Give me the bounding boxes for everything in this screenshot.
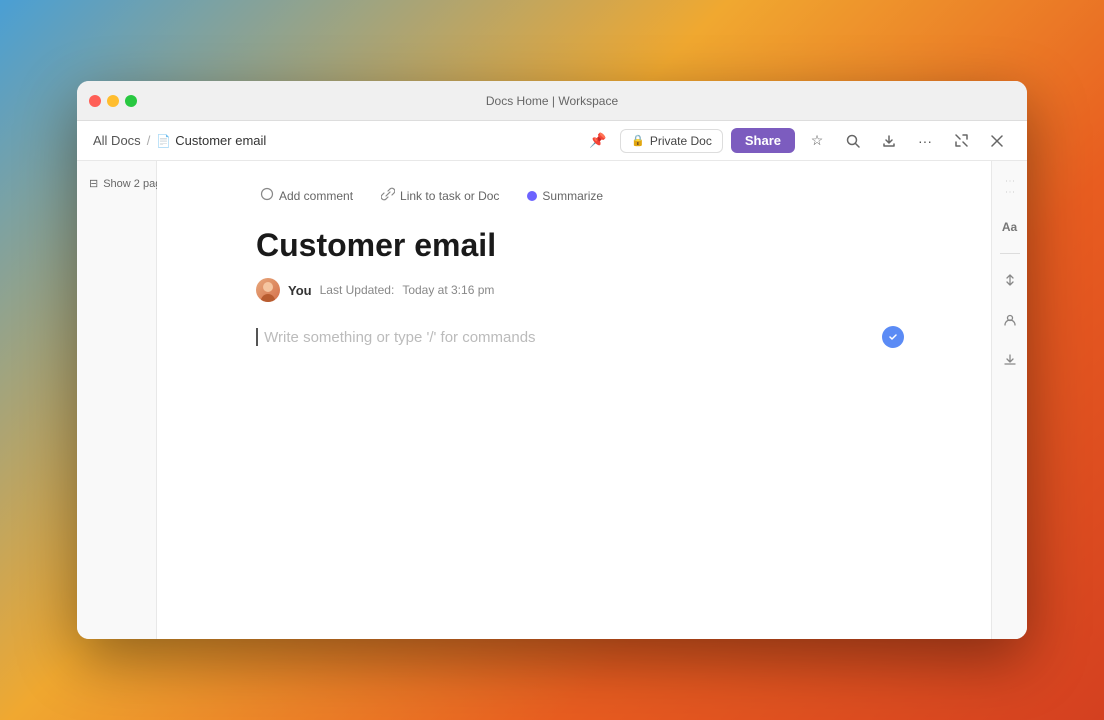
last-updated-label: Last Updated: [320,283,395,297]
title-bar: Docs Home | Workspace [77,81,1027,121]
breadcrumb-current-label[interactable]: Customer email [175,133,266,148]
more-button[interactable]: ··· [911,127,939,155]
link-icon [381,187,395,204]
vertical-handle-icon: ⋮⋮ [996,173,1024,201]
minimize-button[interactable] [107,95,119,107]
export-button[interactable] [875,127,903,155]
collaborators-icon[interactable] [996,306,1024,334]
text-format-icon[interactable]: Aa [996,213,1024,241]
toolbar-actions: 📌 🔒 Private Doc Share ☆ ··· [584,127,1011,155]
placeholder-text: Write something or type '/' for commands [264,329,535,346]
lock-icon: 🔒 [631,134,645,147]
last-updated-value: Today at 3:16 pm [402,283,494,297]
divider [1000,253,1020,254]
doc-area: Add comment Link to task or Doc Summariz… [157,161,991,639]
editor-area[interactable]: Write something or type '/' for commands [256,326,892,526]
close-panel-button[interactable] [983,127,1011,155]
window-title: Docs Home | Workspace [486,94,618,108]
doc-title[interactable]: Customer email [256,226,892,264]
app-window: Docs Home | Workspace All Docs / 📄 Custo… [77,81,1027,639]
toolbar: All Docs / 📄 Customer email 📌 🔒 Private … [77,121,1027,161]
traffic-lights [89,95,137,107]
left-sidebar: ⊟ Show 2 pages [77,161,157,639]
summarize-button[interactable]: Summarize [523,187,607,205]
download-icon[interactable] [996,346,1024,374]
link-to-task-label: Link to task or Doc [400,189,499,203]
fullscreen-exit-button[interactable] [947,127,975,155]
breadcrumb-separator: / [147,133,151,148]
text-cursor [256,328,258,346]
link-to-task-button[interactable]: Link to task or Doc [377,185,503,206]
add-comment-label: Add comment [279,189,353,203]
doc-actions: Add comment Link to task or Doc Summariz… [256,185,892,206]
avatar [256,278,280,302]
author-name: You [288,283,312,298]
close-button[interactable] [89,95,101,107]
add-comment-button[interactable]: Add comment [256,185,357,206]
summarize-label: Summarize [542,189,603,203]
main-content: ⊟ Show 2 pages Add comment [77,161,1027,639]
author-row: You Last Updated: Today at 3:16 pm [256,278,892,302]
doc-content: Add comment Link to task or Doc Summariz… [224,161,924,586]
breadcrumb-current-item: 📄 Customer email [156,133,266,148]
summarize-icon [527,191,537,201]
pin-button[interactable]: 📌 [584,127,612,155]
sort-icon[interactable] [996,266,1024,294]
star-button[interactable]: ☆ [803,127,831,155]
private-doc-button[interactable]: 🔒 Private Doc [620,129,723,153]
maximize-button[interactable] [125,95,137,107]
editor-placeholder: Write something or type '/' for commands [256,326,892,350]
breadcrumb: All Docs / 📄 Customer email [93,133,576,148]
comment-icon [260,187,274,204]
search-button[interactable] [839,127,867,155]
private-doc-label: Private Doc [650,134,712,148]
breadcrumb-root[interactable]: All Docs [93,133,141,148]
right-sidebar: ⋮⋮ Aa [991,161,1027,639]
share-button[interactable]: Share [731,128,795,153]
doc-icon: 📄 [156,134,171,148]
ai-status-indicator [882,326,904,348]
pages-icon: ⊟ [89,177,98,190]
